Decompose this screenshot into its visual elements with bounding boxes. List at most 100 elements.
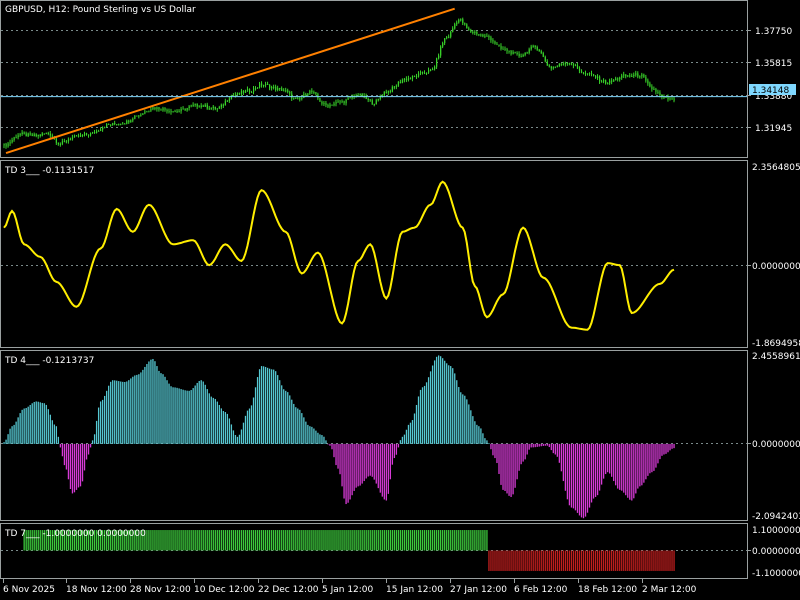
- candle-body: [627, 75, 629, 77]
- td4-bar: [81, 443, 84, 482]
- candle-body: [287, 90, 289, 93]
- td4-bar: [562, 443, 565, 482]
- td4-bar: [546, 443, 548, 446]
- candle-body: [578, 68, 581, 71]
- td4-bar: [460, 392, 462, 444]
- td7-bar: [568, 550, 571, 571]
- td4-bar: [363, 443, 365, 482]
- candle-body: [132, 118, 134, 121]
- td7-bar: [526, 550, 528, 571]
- candle-body: [31, 134, 33, 137]
- candle-body: [114, 123, 116, 125]
- candle-body: [373, 104, 375, 106]
- candle-body: [230, 95, 233, 99]
- td4-bar: [357, 443, 359, 487]
- candle-body: [349, 97, 351, 99]
- candle-body: [639, 76, 641, 78]
- candle-body: [108, 123, 110, 125]
- td4-bar: [55, 426, 58, 444]
- td3-tick-label: 0.0000000: [752, 262, 800, 272]
- candle-body: [526, 52, 528, 54]
- candle-body: [289, 92, 291, 94]
- td4-bar: [353, 443, 355, 491]
- td7-bar: [309, 530, 311, 551]
- td4-bar: [258, 369, 261, 444]
- candle-body: [291, 93, 293, 99]
- candle-body: [440, 46, 442, 56]
- candle-body: [442, 43, 444, 47]
- candle-body: [393, 86, 396, 88]
- td4-bar: [619, 443, 621, 490]
- td4-bar: [442, 358, 444, 444]
- td7-bar: [502, 550, 504, 571]
- td4-bar: [297, 408, 299, 444]
- candle-body: [242, 90, 245, 93]
- td7-bar: [377, 530, 379, 551]
- td4-bar: [160, 373, 162, 444]
- candle-body: [182, 108, 184, 110]
- candle-body: [79, 134, 82, 137]
- td7-tick-label: 1.1000000: [752, 526, 800, 536]
- td4-bar: [244, 415, 247, 444]
- td7-bar: [403, 530, 406, 551]
- td4-bar: [248, 408, 251, 444]
- candle-body: [426, 72, 428, 74]
- td4-bar: [45, 404, 47, 444]
- td4-bar: [476, 424, 478, 444]
- td7-bar: [252, 530, 255, 551]
- td4-bar: [206, 389, 208, 444]
- td4-bar: [208, 393, 210, 444]
- candle-body: [271, 86, 273, 89]
- td7-bar: [331, 530, 333, 551]
- candle-body: [534, 45, 536, 48]
- candle-body: [71, 137, 74, 140]
- td4-bar: [444, 360, 446, 444]
- td4-bar: [423, 385, 426, 444]
- td4-bar: [508, 443, 510, 496]
- td7-bar: [327, 530, 329, 551]
- td7-bar: [351, 530, 353, 551]
- candle-body: [17, 135, 19, 138]
- td4-bar: [421, 387, 424, 444]
- td4-bar: [377, 443, 379, 489]
- td7-bar: [349, 530, 351, 551]
- td7-bar: [578, 550, 581, 571]
- td7-bar: [337, 530, 339, 551]
- td7-bar: [546, 550, 548, 571]
- td4-bar: [190, 390, 192, 444]
- td7-bar: [367, 530, 369, 551]
- td4-bar: [385, 443, 387, 501]
- candle-body: [285, 90, 287, 92]
- time-tick-label: 22 Dec 12:00: [258, 585, 319, 595]
- td4-bar: [514, 443, 516, 488]
- td4-bar: [431, 365, 434, 444]
- candle-body: [550, 66, 552, 69]
- td7-bar: [446, 530, 448, 551]
- td4-bar: [118, 381, 120, 444]
- td4-bar: [130, 378, 132, 444]
- candle-body: [432, 69, 434, 71]
- candle-body: [472, 32, 474, 34]
- td4-bar: [588, 443, 591, 508]
- chart-window: 1.37750 1.35815 1.33880 1.31945 1.34148 …: [0, 0, 800, 600]
- candle-body: [339, 101, 341, 103]
- candle-body: [341, 101, 343, 103]
- td7-bar: [448, 530, 450, 551]
- td7-bar: [194, 530, 196, 551]
- candle-body: [92, 132, 94, 134]
- td4-bar: [91, 440, 94, 444]
- td7-bar: [649, 550, 651, 571]
- td7-bar: [550, 550, 552, 571]
- td4-bar: [637, 443, 639, 489]
- candle-body: [57, 142, 60, 145]
- td7-bar: [480, 530, 482, 551]
- candle-body: [81, 134, 84, 136]
- candle-body: [9, 142, 11, 144]
- candle-body: [379, 97, 381, 99]
- candle-body: [619, 77, 621, 80]
- td7-bar: [423, 530, 426, 551]
- td7-bar: [440, 530, 442, 551]
- td7-bar: [335, 530, 337, 551]
- td7-bar: [347, 530, 349, 551]
- td7-bar: [379, 530, 381, 551]
